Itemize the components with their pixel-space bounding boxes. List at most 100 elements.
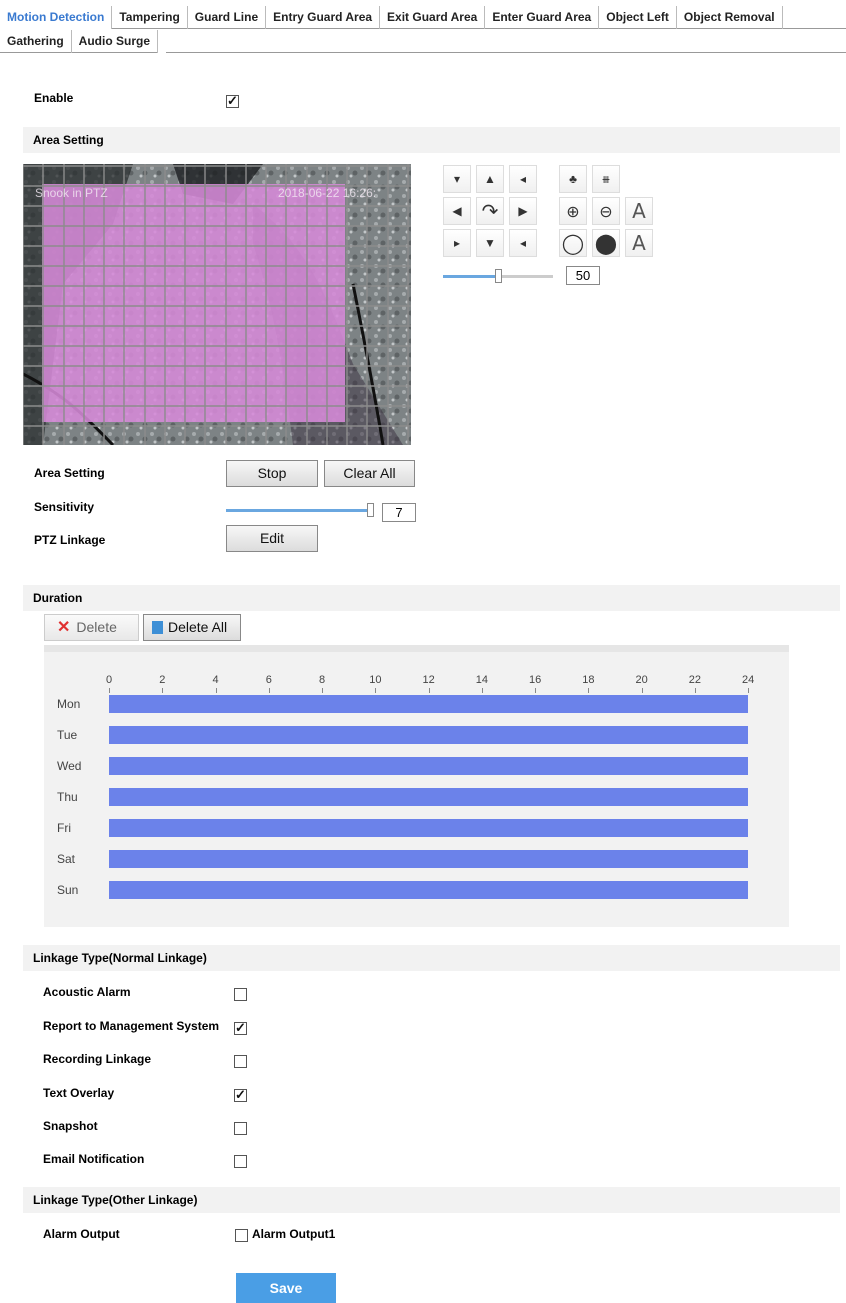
enable-checkbox[interactable]: [226, 93, 239, 109]
ptz-down-left-button[interactable]: ▸: [443, 229, 471, 257]
focus-near-icon[interactable]: ♣: [559, 165, 587, 193]
video-osd-left: Snook in PTZ: [35, 186, 108, 200]
linkage-option-checkbox[interactable]: [234, 1122, 247, 1135]
tab-object-removal[interactable]: Object Removal: [677, 6, 783, 29]
hour-tick-mark: [428, 688, 430, 693]
stop-button[interactable]: Stop: [226, 460, 318, 487]
iris-open-icon[interactable]: ◯: [559, 229, 587, 257]
alarm-output-label: Alarm Output: [43, 1227, 120, 1241]
tab-object-left[interactable]: Object Left: [599, 6, 677, 29]
tab-bar-row-2: Gathering Audio Surge: [0, 30, 159, 53]
focus-far-icon[interactable]: ⧻: [592, 165, 620, 193]
linkage-option-label: Email Notification: [43, 1152, 145, 1166]
tab-motion-detection[interactable]: Motion Detection: [0, 6, 113, 29]
sensitivity-slider[interactable]: [226, 503, 374, 517]
delete-all-button[interactable]: Delete All: [143, 614, 241, 641]
alarm-output1-checkbox[interactable]: [235, 1229, 248, 1242]
hour-tick-mark: [268, 688, 270, 693]
edit-button[interactable]: Edit: [226, 525, 318, 552]
linkage-option-label: Acoustic Alarm: [43, 985, 131, 999]
day-label: Sun: [57, 883, 79, 897]
day-schedule-bar[interactable]: [109, 726, 748, 744]
delete-all-label: Delete All: [168, 619, 228, 635]
hour-tick-label: 2: [159, 674, 166, 686]
day-schedule-bar[interactable]: [109, 757, 748, 775]
hour-tick-label: 16: [529, 674, 542, 686]
ptz-speed-slider-thumb[interactable]: [495, 269, 502, 283]
hour-tick-label: 6: [265, 674, 272, 686]
day-schedule-bar[interactable]: [109, 788, 748, 806]
duration-header: Duration: [23, 585, 840, 611]
hour-tick-label: 20: [635, 674, 648, 686]
save-button[interactable]: Save: [236, 1273, 336, 1303]
day-label: Wed: [57, 759, 82, 773]
delete-button[interactable]: ✕ Delete: [44, 614, 139, 641]
linkage-option-checkbox[interactable]: [234, 1087, 247, 1103]
hour-tick-mark: [162, 688, 164, 693]
day-label: Mon: [57, 697, 81, 711]
ptz-speed-value[interactable]: 50: [566, 266, 600, 285]
tab-bar-row-1: Motion Detection Tampering Guard Line En…: [0, 6, 846, 29]
ptz-up-right-button[interactable]: ◂: [509, 165, 537, 193]
tab-tampering[interactable]: Tampering: [112, 6, 188, 29]
tab-entry-guard-area[interactable]: Entry Guard Area: [266, 6, 381, 29]
ptz-linkage-label: PTZ Linkage: [34, 533, 106, 547]
ptz-right-button[interactable]: ▶: [509, 197, 537, 225]
auto-focus-icon[interactable]: A: [625, 197, 653, 225]
grid-overlay: [23, 164, 411, 445]
day-label: Tue: [57, 728, 78, 742]
ptz-speed-slider-fill: [443, 275, 496, 278]
ptz-up-left-button[interactable]: ▾: [443, 165, 471, 193]
linkage-option-checkbox[interactable]: [234, 1155, 247, 1168]
tab-guard-line[interactable]: Guard Line: [188, 6, 267, 29]
day-schedule-bar[interactable]: [109, 695, 748, 713]
enable-label: Enable: [34, 91, 74, 105]
video-preview[interactable]: Snook in PTZ 2018-06-22 16:26:: [23, 164, 411, 445]
day-schedule-bar[interactable]: [109, 881, 748, 899]
tab-audio-surge[interactable]: Audio Surge: [72, 30, 159, 53]
day-schedule-bar[interactable]: [109, 850, 748, 868]
schedule-top-line: [44, 645, 789, 652]
sensitivity-slider-fill: [226, 509, 370, 512]
auto-iris-icon[interactable]: A: [625, 229, 653, 257]
linkage-normal-header: Linkage Type(Normal Linkage): [23, 945, 840, 971]
hour-tick-label: 18: [582, 674, 595, 686]
sensitivity-slider-thumb[interactable]: [367, 503, 374, 517]
hour-tick-label: 0: [106, 674, 113, 686]
ptz-down-button[interactable]: ▼: [476, 229, 504, 257]
sensitivity-label: Sensitivity: [34, 500, 95, 514]
hour-tick-label: 22: [688, 674, 701, 686]
ptz-up-button[interactable]: ▲: [476, 165, 504, 193]
ptz-rotate-icon[interactable]: ↷: [476, 197, 504, 225]
ptz-down-right-button[interactable]: ◂: [509, 229, 537, 257]
linkage-option-checkbox[interactable]: [234, 988, 247, 1001]
tab-exit-guard-area[interactable]: Exit Guard Area: [380, 6, 486, 29]
linkage-other-header: Linkage Type(Other Linkage): [23, 1187, 840, 1213]
hour-tick-mark: [322, 688, 323, 693]
ptz-speed-slider[interactable]: [443, 269, 553, 283]
day-label: Sat: [57, 852, 76, 866]
tab-gathering[interactable]: Gathering: [0, 30, 72, 53]
hour-tick-mark: [215, 688, 217, 693]
sensitivity-value[interactable]: 7: [382, 503, 416, 522]
tab-enter-guard-area[interactable]: Enter Guard Area: [485, 6, 600, 29]
hour-tick-label: 8: [319, 674, 326, 686]
linkage-option-checkbox[interactable]: [234, 1055, 247, 1068]
hour-tick-mark: [535, 688, 536, 693]
hour-tick-mark: [109, 688, 110, 693]
delete-x-icon: ✕: [57, 619, 71, 636]
alarm-output1-label: Alarm Output1: [252, 1227, 336, 1241]
hour-tick-label: 4: [212, 674, 219, 686]
hour-tick-mark: [588, 688, 590, 693]
hour-tick-label: 10: [369, 674, 382, 686]
ptz-left-button[interactable]: ◀: [443, 197, 471, 225]
trash-icon: [152, 621, 163, 634]
clear-all-button[interactable]: Clear All: [324, 460, 415, 487]
day-schedule-bar[interactable]: [109, 819, 748, 837]
zoom-out-icon[interactable]: ⊖: [592, 197, 620, 225]
linkage-option-checkbox[interactable]: [234, 1020, 247, 1036]
zoom-in-icon[interactable]: ⊕: [559, 197, 587, 225]
iris-close-icon[interactable]: ⬤: [592, 229, 620, 257]
linkage-option-label: Recording Linkage: [43, 1052, 152, 1066]
area-setting-label: Area Setting: [34, 466, 105, 480]
